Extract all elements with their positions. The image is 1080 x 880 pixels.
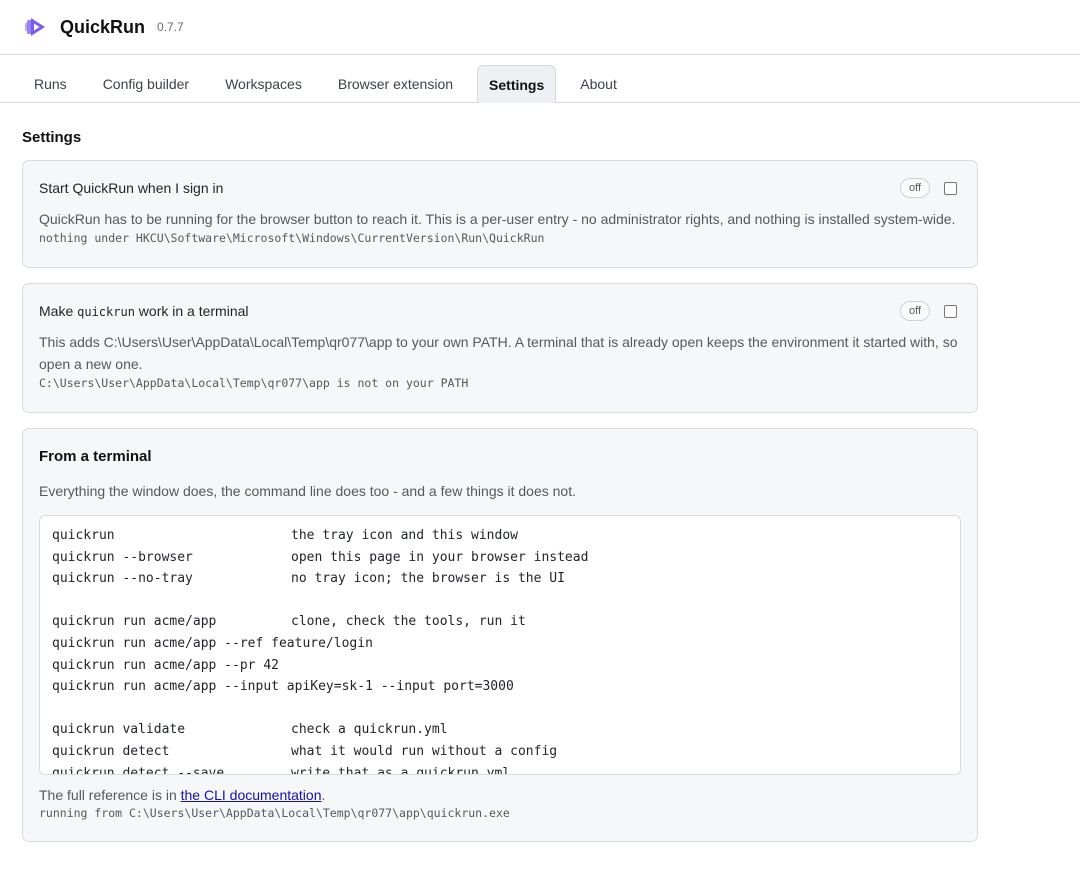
app-name: QuickRun (60, 16, 146, 37)
startup-status-badge: off (899, 178, 930, 198)
command-text: quickrun --no-tray (52, 571, 193, 587)
app-logo-icon (22, 14, 48, 40)
page-title: Settings (22, 129, 82, 146)
command-line: quickrun --no-tray no tray icon; the brow… (52, 568, 948, 590)
startup-description: QuickRun has to be running for the brows… (39, 211, 956, 227)
command-text: quickrun validate (52, 722, 186, 738)
path-status-badge: off (899, 301, 930, 321)
tab-config-builder[interactable]: Config builder (91, 65, 201, 102)
tab-workspaces[interactable]: Workspaces (213, 65, 314, 102)
command-line: quickrun --browser open this page in your… (52, 547, 948, 569)
path-card: Make quickrun work in a terminal off Thi… (22, 283, 978, 413)
app-header: QuickRun 0.7.7 (0, 0, 1080, 55)
command-text: quickrun (52, 528, 115, 543)
startup-card: Start QuickRun when I sign in off QuickR… (22, 160, 978, 268)
command-line: quickrun run acme/app clone, check the to… (52, 611, 948, 633)
quickrun-command: quickrun (77, 305, 135, 319)
command-line: quickrun the tray icon and this window (52, 525, 948, 547)
path-status: C:\Users\User\AppData\Local\Temp\qr077\a… (39, 376, 469, 390)
command-description: open this page in your browser instead (291, 549, 589, 565)
terminal-description: Everything the window does, the command … (39, 483, 576, 499)
command-line (52, 590, 948, 612)
command-line: quickrun run acme/app --ref feature/logi… (52, 633, 948, 655)
tab-runs[interactable]: Runs (22, 65, 79, 102)
tab-bar: Runs Config builder Workspaces Browser e… (0, 55, 1080, 103)
command-line: quickrun run acme/app --input apiKey=sk-… (52, 676, 948, 698)
command-text: quickrun run acme/app --input apiKey=sk-… (52, 679, 514, 695)
command-line: quickrun validate check a quickrun.yml (52, 719, 948, 741)
tab-about[interactable]: About (568, 65, 629, 102)
cli-reference: The full reference is in the CLI documen… (39, 787, 326, 803)
command-line: quickrun run acme/app --pr 42 (52, 655, 948, 677)
path-description: This adds C:\Users\User\AppData\Local\Te… (39, 334, 958, 372)
tab-settings[interactable]: Settings (477, 65, 557, 103)
command-description: check a quickrun.yml (291, 722, 448, 738)
startup-registry-status: nothing under HKCU\Software\Microsoft\Wi… (39, 231, 545, 245)
command-text: quickrun run acme/app (52, 614, 217, 630)
startup-checkbox[interactable] (944, 181, 957, 195)
running-from-path: running from C:\Users\User\AppData\Local… (39, 806, 510, 820)
command-line (52, 698, 948, 720)
terminal-title: From a terminal (39, 448, 152, 465)
command-text: quickrun --browser (52, 549, 193, 565)
terminal-card: From a terminal Everything the window do… (22, 428, 978, 842)
command-description: write that as a quickrun.yml (291, 765, 511, 775)
command-text: quickrun run acme/app --ref feature/logi… (52, 635, 373, 651)
command-line: quickrun detect --save write that as a qu… (52, 763, 948, 775)
command-description: clone, check the tools, run it (291, 614, 526, 630)
cli-documentation-link[interactable]: the CLI documentation (181, 787, 322, 803)
command-line: quickrun detect what it would run without… (52, 741, 948, 763)
command-text: quickrun run acme/app --pr 42 (52, 657, 279, 673)
startup-title: Start QuickRun when I sign in (39, 180, 224, 196)
tab-browser-extension[interactable]: Browser extension (326, 65, 465, 102)
path-checkbox[interactable] (944, 304, 957, 318)
command-description: the tray icon and this window (291, 528, 518, 543)
command-description: what it would run without a config (291, 743, 558, 759)
command-description: no tray icon; the browser is the UI (291, 571, 565, 587)
command-text: quickrun detect --save (52, 765, 225, 775)
settings-page: Settings Start QuickRun when I sign in o… (0, 129, 1080, 842)
command-list[interactable]: quickrun the tray icon and this window qui… (39, 515, 961, 775)
command-text: quickrun detect (52, 743, 170, 759)
app-version: 0.7.7 (157, 20, 184, 34)
path-title: Make quickrun work in a terminal (39, 303, 249, 319)
